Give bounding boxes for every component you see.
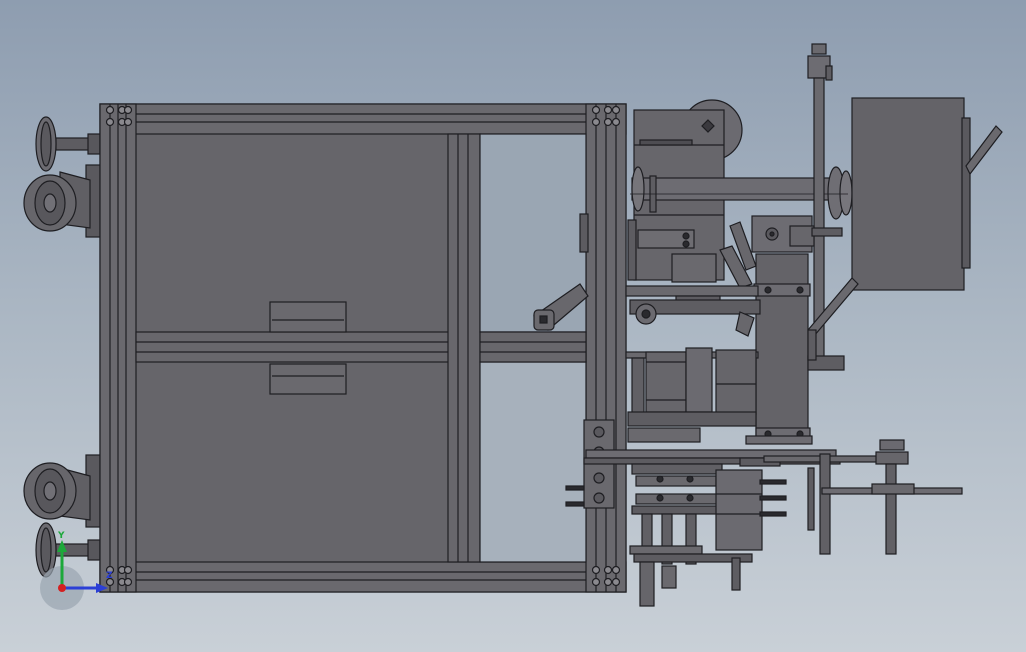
cad-graphics-viewport[interactable]: Y Z xyxy=(0,0,1026,652)
x-axis-arrowhead xyxy=(96,583,108,593)
y-axis-arrowhead xyxy=(57,540,67,552)
y-axis-label: Y xyxy=(57,531,65,541)
view-orientation-triad: Y Z xyxy=(40,531,113,610)
z-axis-dot xyxy=(58,584,66,592)
z-axis-label: Z xyxy=(106,571,113,581)
